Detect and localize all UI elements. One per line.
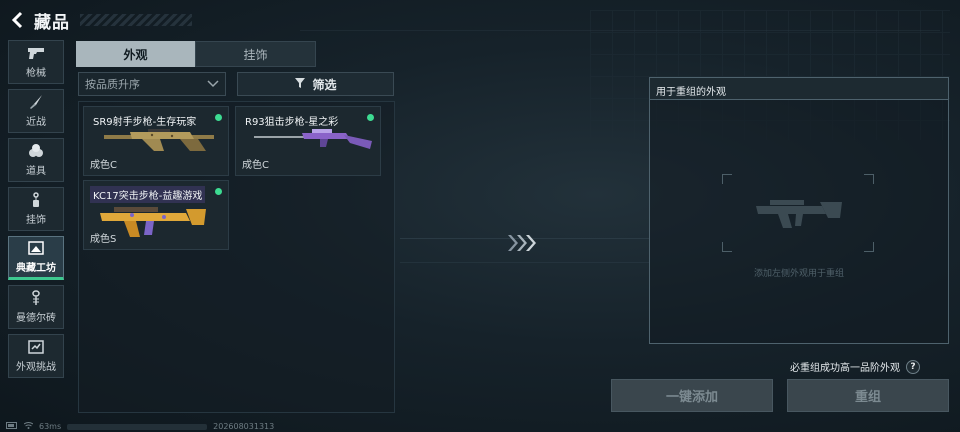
sidebar-item-mandel-brick[interactable]: 曼德尔砖 bbox=[8, 285, 64, 329]
chevron-down-icon bbox=[207, 78, 219, 91]
help-icon[interactable]: ? bbox=[906, 359, 920, 374]
mandel-brick-icon bbox=[30, 290, 42, 306]
sidebar-item-label: 挂饰 bbox=[26, 215, 46, 226]
recombine-hint: 必重组成功高一品阶外观 ? bbox=[790, 359, 920, 374]
charm-icon bbox=[29, 192, 43, 208]
recombine-panel-title: 用于重组的外观 bbox=[650, 78, 948, 100]
quick-add-button[interactable]: 一键添加 bbox=[611, 379, 773, 412]
recombine-slot[interactable] bbox=[722, 174, 874, 252]
sidebar-item-workshop[interactable]: 典藏工坊 bbox=[8, 236, 64, 280]
sidebar-item-label: 道具 bbox=[26, 166, 46, 177]
workshop-icon bbox=[28, 240, 44, 256]
title-decoration bbox=[80, 14, 192, 26]
recombine-hint-text: 必重组成功高一品阶外观 bbox=[790, 363, 900, 374]
tab-charms[interactable]: 挂饰 bbox=[195, 41, 316, 67]
grenade-icon bbox=[28, 143, 44, 159]
skin-grid: SR9射手步枪-生存玩家 成色C R93狙击步枪-星之彩 成色C KC17突击步… bbox=[78, 101, 395, 413]
filter-button[interactable]: 筛选 bbox=[237, 72, 394, 96]
new-indicator-dot bbox=[215, 188, 222, 195]
sidebar-item-label: 外观挑战 bbox=[16, 362, 56, 373]
sidebar-item-melee[interactable]: 近战 bbox=[8, 89, 64, 133]
transfer-arrows-icon bbox=[506, 233, 536, 253]
skin-grade: 成色C bbox=[242, 160, 269, 171]
tab-bar: 外观 挂饰 bbox=[76, 41, 316, 67]
page-header: 藏品 bbox=[8, 6, 192, 34]
sidebar-item-charms[interactable]: 挂饰 bbox=[8, 187, 64, 231]
sidebar-item-firearms[interactable]: 枪械 bbox=[8, 40, 64, 84]
skin-grade: 成色C bbox=[90, 160, 117, 171]
status-bar: 63ms 202608031313 bbox=[6, 421, 274, 432]
ping-value: 63ms bbox=[39, 422, 62, 431]
filter-icon bbox=[294, 77, 306, 92]
sort-selected-value: 按品质升序 bbox=[85, 78, 140, 91]
sidebar-item-items[interactable]: 道具 bbox=[8, 138, 64, 182]
sidebar-item-label: 典藏工坊 bbox=[16, 263, 56, 274]
recombine-panel: 用于重组的外观 添加左侧外观用于重组 bbox=[649, 77, 949, 344]
rifle-image bbox=[102, 123, 220, 163]
category-sidebar: 枪械 近战 道具 挂饰 典藏工坊 曼德尔砖 外观挑战 bbox=[8, 40, 64, 383]
sidebar-item-label: 曼德尔砖 bbox=[16, 313, 56, 324]
wifi-icon bbox=[23, 422, 34, 431]
knife-icon bbox=[28, 94, 44, 110]
tab-appearance[interactable]: 外观 bbox=[76, 41, 195, 67]
obscured-info bbox=[67, 423, 208, 430]
skin-card[interactable]: KC17突击步枪-益趣游戏 成色S bbox=[83, 180, 229, 250]
recombine-button[interactable]: 重组 bbox=[787, 379, 949, 412]
build-number: 202608031313 bbox=[213, 422, 275, 431]
skin-grade: 成色S bbox=[90, 234, 117, 245]
recombine-placeholder-hint: 添加左侧外观用于重组 bbox=[753, 269, 844, 279]
back-arrow-icon[interactable] bbox=[8, 10, 28, 30]
skin-card[interactable]: SR9射手步枪-生存玩家 成色C bbox=[83, 106, 229, 176]
sidebar-item-skin-challenge[interactable]: 外观挑战 bbox=[8, 334, 64, 378]
sidebar-item-label: 近战 bbox=[26, 117, 46, 128]
new-indicator-dot bbox=[215, 114, 222, 121]
battery-icon bbox=[6, 422, 18, 431]
rifle-placeholder-icon bbox=[752, 192, 848, 236]
pistol-icon bbox=[27, 45, 45, 61]
filter-label: 筛选 bbox=[312, 77, 337, 92]
challenge-icon bbox=[28, 339, 44, 355]
sort-dropdown[interactable]: 按品质升序 bbox=[78, 72, 226, 96]
skin-card[interactable]: R93狙击步枪-星之彩 成色C bbox=[235, 106, 381, 176]
sidebar-item-label: 枪械 bbox=[26, 68, 46, 79]
new-indicator-dot bbox=[367, 114, 374, 121]
page-title: 藏品 bbox=[34, 12, 70, 33]
rifle-image bbox=[254, 123, 378, 163]
